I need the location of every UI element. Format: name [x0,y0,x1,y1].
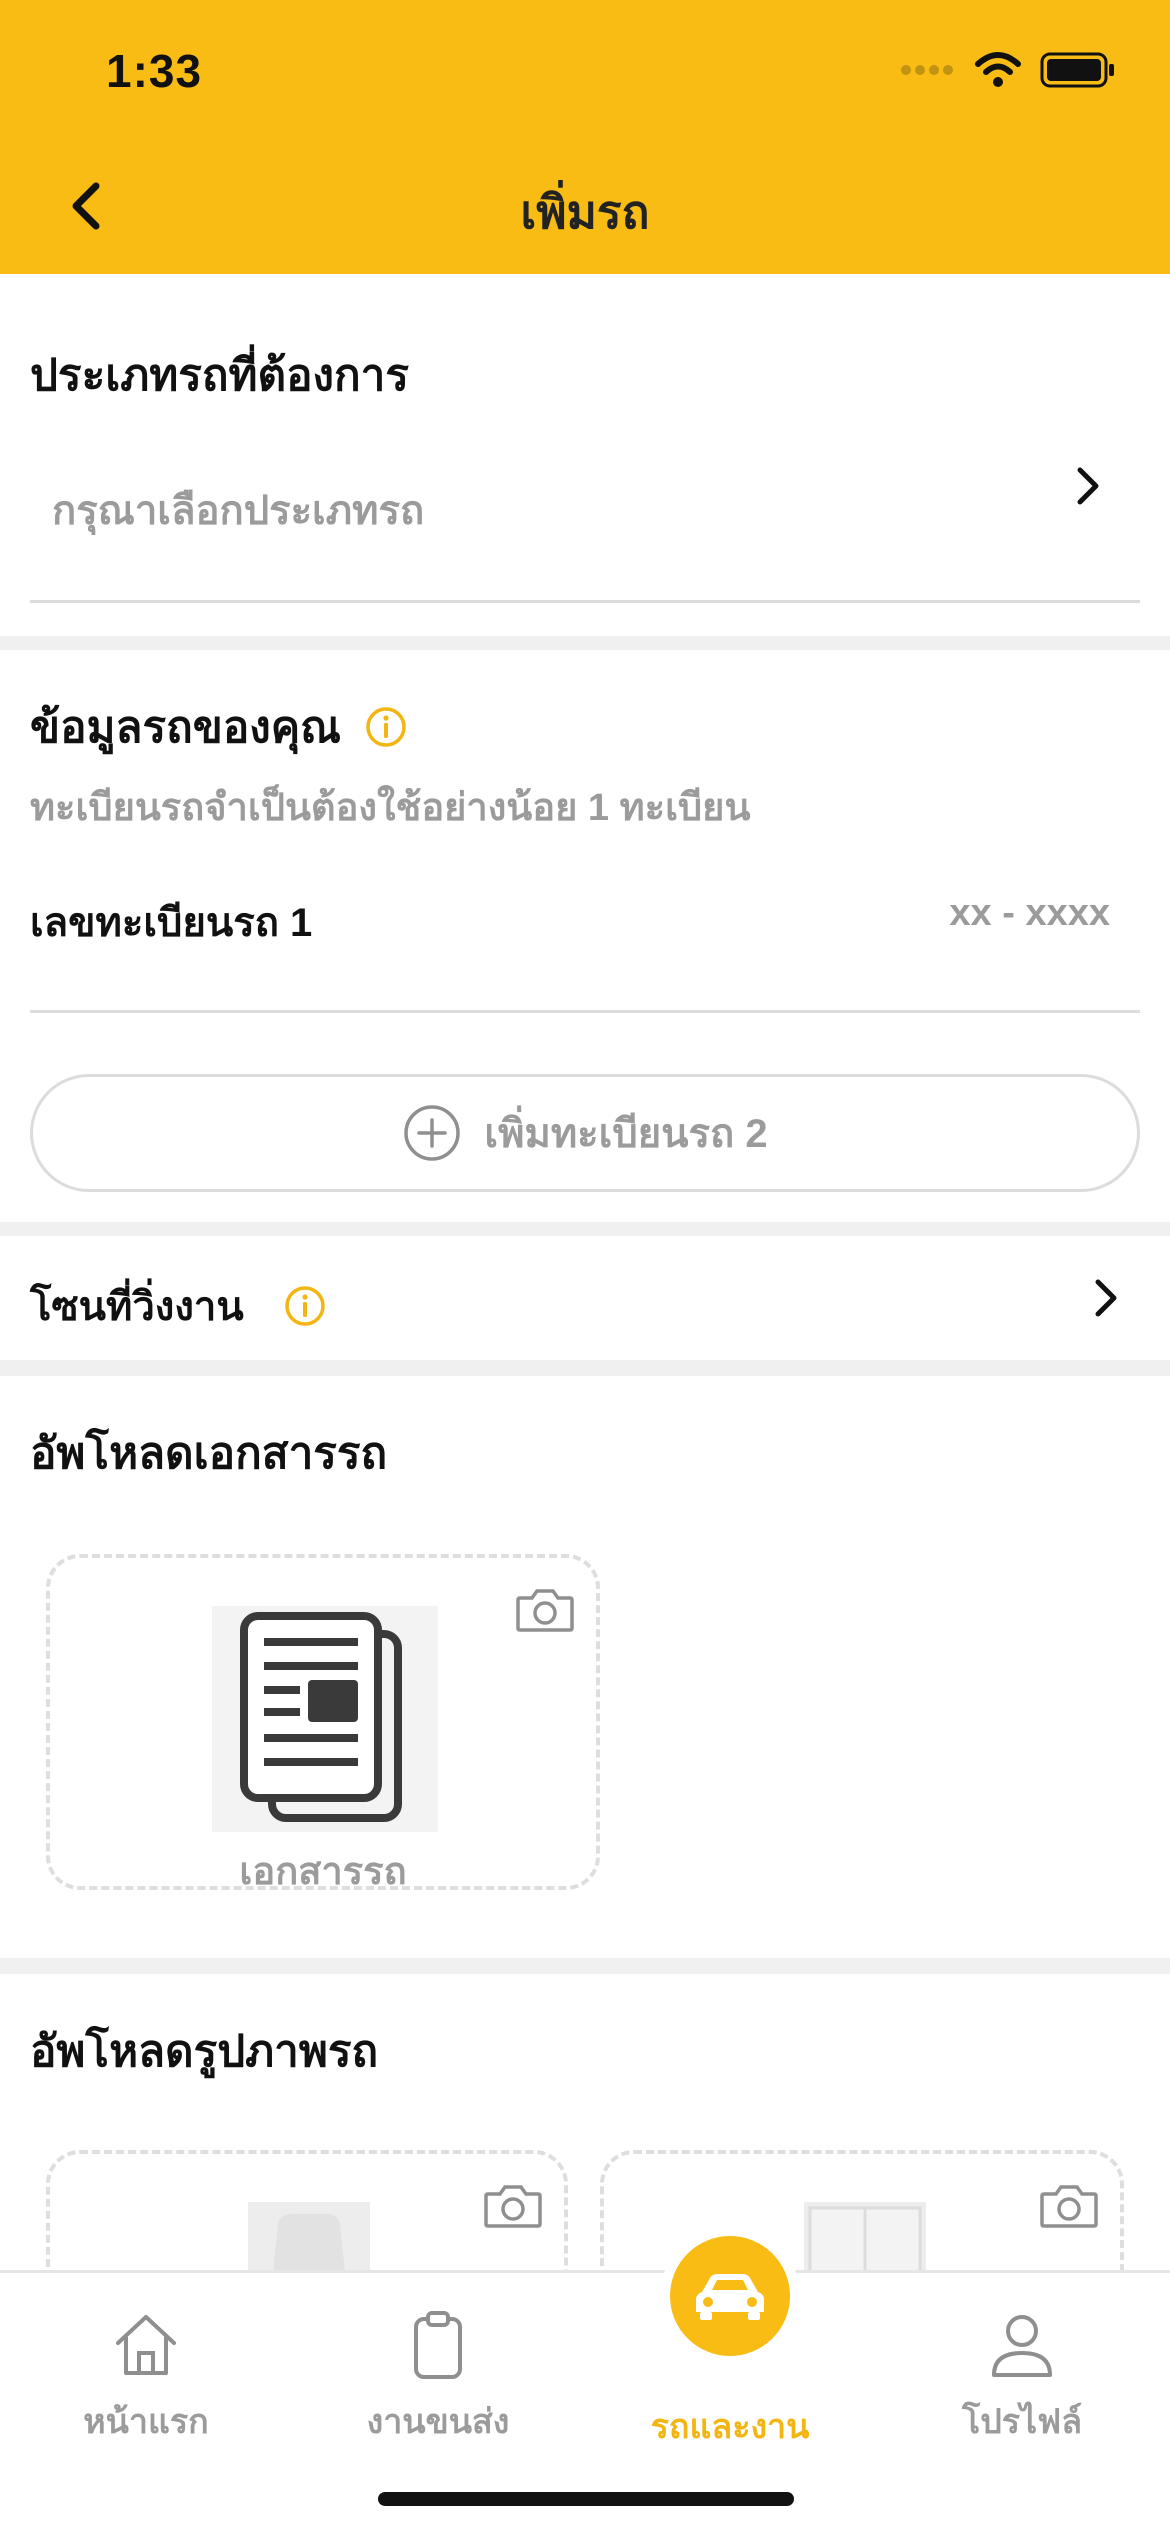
plate-1-input[interactable]: xx - xxxx [949,892,1110,935]
vehicle-info-section: ข้อมูลรถของคุณ ทะเบียนรถจำเป็นต้องใช้อย่… [0,650,1170,1222]
nav-home-label: หน้าแรก [83,2403,209,2441]
vehicles-fab[interactable] [670,2236,790,2356]
plate-1-label: เลขทะเบียนรถ 1 [30,901,313,945]
vehicle-info-subtitle: ทะเบียนรถจำเป็นต้องใช้อย่างน้อย 1 ทะเบีย… [30,787,751,829]
nav-jobs[interactable]: งานขนส่ง [292,2309,584,2448]
add-plate-button[interactable]: เพิ่มทะเบียนรถ 2 [30,1074,1140,1192]
add-plate-label: เพิ่มทะเบียนรถ 2 [484,1112,768,1156]
zone-label-wrap: โซนที่วิ่งงาน [30,1274,326,1338]
chevron-right-icon [1077,467,1099,505]
home-icon [116,2315,176,2375]
info-icon[interactable] [284,1285,326,1327]
battery-icon [1040,52,1114,88]
document-card-label: เอกสารรถ [239,1851,407,1893]
vehicle-type-select[interactable]: กรุณาเลือกประเภทรถ [30,454,1140,564]
plus-circle-icon [404,1105,461,1161]
zone-row[interactable]: โซนที่วิ่งงาน [0,1236,1170,1360]
camera-icon[interactable] [514,1586,576,1634]
truck-front-icon [248,2202,370,2270]
divider [30,1010,1140,1013]
home-indicator [378,2492,794,2506]
info-icon[interactable] [365,706,407,748]
camera-icon[interactable] [482,2182,544,2230]
nav-profile[interactable]: โปรไฟล์ [876,2309,1168,2448]
photo-upload-card-front[interactable] [46,2150,568,2270]
photo-upload-card-back[interactable] [600,2150,1124,2270]
nav-home[interactable]: หน้าแรก [0,2309,292,2448]
camera-icon[interactable] [1038,2182,1100,2230]
documents-title: อัพโหลดเอกสารรถ [30,1429,388,1478]
truck-back-icon [804,2202,926,2270]
documents-section: อัพโหลดเอกสารรถ เอกสารรถ [0,1376,1170,1958]
nav-profile-label: โปรไฟล์ [961,2403,1083,2441]
chevron-right-icon [1095,1279,1117,1317]
car-icon [696,2274,764,2320]
document-icon [212,1606,438,1832]
person-icon [992,2315,1052,2377]
nav-jobs-label: งานขนส่ง [366,2403,510,2441]
signal-icon [901,65,953,75]
vehicle-info-title: ข้อมูลรถของคุณ [30,692,407,762]
nav-vehicles[interactable]: รถและงาน [584,2391,876,2453]
clipboard-icon [414,2311,462,2379]
zone-label: โซนที่วิ่งงาน [30,1285,244,1329]
vehicle-type-section: ประเภทรถที่ต้องการ กรุณาเลือกประเภทรถ [0,274,1170,636]
vehicle-type-title: ประเภทรถที่ต้องการ [30,351,409,400]
photos-section: อัพโหลดรูปภาพรถ [0,1974,1170,2270]
divider [30,600,1140,603]
photos-title: อัพโหลดรูปภาพรถ [30,2027,379,2076]
page-title: เพิ่มรถ [520,186,650,238]
document-upload-card[interactable]: เอกสารรถ [46,1554,600,1893]
plate-1-row[interactable]: เลขทะเบียนรถ 1 xx - xxxx [30,880,1140,980]
nav-vehicles-label: รถและงาน [650,2408,810,2446]
vehicle-info-title-text: ข้อมูลรถของคุณ [30,703,341,752]
top-bar: 1:33 เพิ่มรถ [0,0,1170,274]
wifi-icon [975,52,1021,87]
status-icons [900,52,1116,88]
vehicle-type-placeholder: กรุณาเลือกประเภทรถ [52,489,425,533]
status-time: 1:33 [106,45,203,97]
